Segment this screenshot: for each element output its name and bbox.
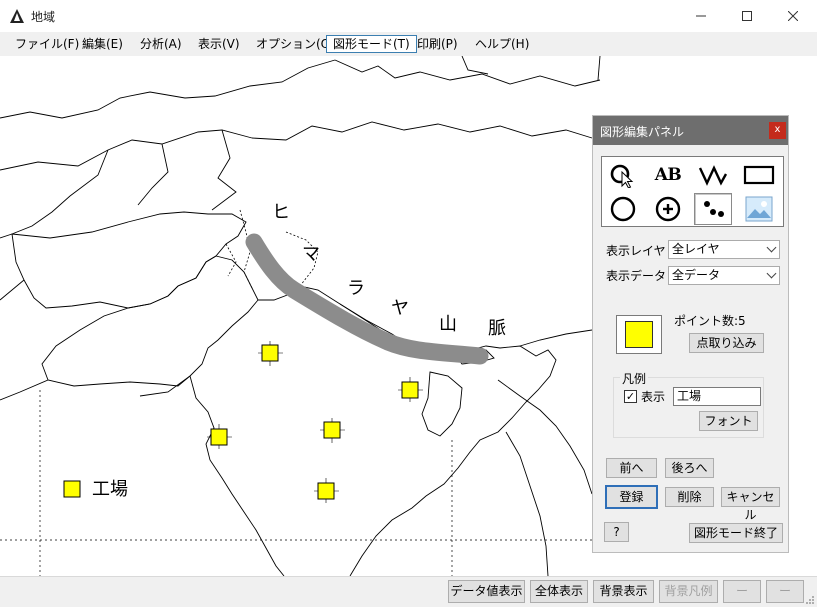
polyline-tool-icon bbox=[698, 165, 728, 186]
disputed-border bbox=[225, 209, 253, 289]
window-title: 地域 bbox=[31, 10, 56, 24]
point-select-tool[interactable] bbox=[604, 159, 642, 191]
maximize-button[interactable] bbox=[724, 0, 770, 32]
menu-help[interactable]: ヘルプ(H) bbox=[469, 35, 535, 53]
data-select[interactable]: 全データ bbox=[668, 266, 780, 285]
data-select-value: 全データ bbox=[672, 268, 721, 282]
country-borders bbox=[0, 56, 601, 576]
menu-print[interactable]: 印刷(P) bbox=[411, 35, 464, 53]
font-button[interactable]: フォント bbox=[699, 411, 758, 431]
legend-text-input[interactable]: 工場 bbox=[673, 387, 761, 406]
show-legend-checkbox[interactable]: ✓ bbox=[624, 390, 637, 403]
close-button[interactable] bbox=[770, 0, 816, 32]
point-count: ポイント数:5 bbox=[674, 314, 746, 328]
menu-bar: ファイル(F) 編集(E) 分析(A) 表示(V) オプション(O) 図形モード… bbox=[0, 32, 817, 56]
show-background-button[interactable]: 背景表示 bbox=[593, 580, 654, 603]
chevron-down-icon bbox=[766, 242, 777, 253]
points-tool-icon bbox=[704, 201, 724, 217]
factory-point[interactable] bbox=[314, 478, 339, 503]
factory-point[interactable] bbox=[207, 424, 232, 449]
annotation-char: ヒ bbox=[272, 202, 290, 223]
text-tool-icon: AB bbox=[654, 165, 682, 185]
legend-group-title: 凡例 bbox=[620, 370, 649, 387]
menu-view[interactable]: 表示(V) bbox=[192, 35, 246, 53]
annotation-char: マ bbox=[302, 244, 320, 265]
title-bar: 地域 bbox=[0, 0, 817, 32]
resize-grip-icon[interactable] bbox=[805, 595, 815, 605]
layer-label: 表示レイヤ bbox=[606, 244, 666, 258]
maximize-icon bbox=[742, 11, 752, 21]
chevron-down-icon bbox=[766, 268, 777, 279]
help-button[interactable]: ? bbox=[604, 522, 629, 542]
minimize-button[interactable] bbox=[678, 0, 724, 32]
register-button[interactable]: 登録 bbox=[605, 485, 658, 509]
send-backward-button[interactable]: 後ろへ bbox=[665, 458, 714, 478]
shape-edit-panel: 図形編集パネル x AB 表示レイヤ 全レイヤ 表示データ 全データ ポイント数… bbox=[592, 115, 789, 553]
capture-points-button[interactable]: 点取り込み bbox=[689, 333, 764, 353]
factory-point[interactable] bbox=[398, 377, 423, 402]
status-bar: データ値表示 全体表示 背景表示 背景凡例 ー ー bbox=[0, 576, 817, 607]
panel-titlebar[interactable]: 図形編集パネル x bbox=[593, 116, 788, 145]
close-icon bbox=[788, 11, 798, 21]
image-tool-icon bbox=[745, 196, 773, 222]
show-legend-label: 表示 bbox=[641, 390, 666, 404]
circle-plus-tool[interactable] bbox=[649, 193, 687, 225]
points-tool[interactable] bbox=[694, 193, 732, 225]
annotation-char: ラ bbox=[347, 278, 365, 299]
panel-close-button[interactable]: x bbox=[769, 122, 786, 139]
exit-shape-mode-button[interactable]: 図形モード終了 bbox=[689, 523, 783, 543]
color-swatch-fill bbox=[625, 321, 653, 348]
annotation-char: 脈 bbox=[488, 318, 506, 339]
cancel-button[interactable]: キャンセル bbox=[721, 487, 780, 522]
menu-analysis[interactable]: 分析(A) bbox=[134, 35, 188, 53]
polyline-tool[interactable] bbox=[694, 159, 732, 191]
annotation-char: 山 bbox=[439, 314, 457, 335]
image-tool[interactable] bbox=[740, 193, 778, 225]
circle-tool[interactable] bbox=[604, 193, 642, 225]
tool-palette: AB bbox=[601, 156, 784, 227]
show-data-values-button[interactable]: データ値表示 bbox=[448, 580, 525, 603]
map-legend-swatch bbox=[63, 480, 81, 498]
point-select-icon bbox=[610, 164, 634, 188]
minimize-icon bbox=[696, 15, 706, 17]
menu-file[interactable]: ファイル(F) bbox=[9, 35, 85, 53]
status-button-disabled[interactable]: ー bbox=[766, 580, 804, 603]
rectangle-tool-icon bbox=[743, 165, 775, 185]
himalaya-line[interactable] bbox=[245, 233, 489, 365]
app-icon bbox=[10, 9, 24, 23]
background-legend-button[interactable]: 背景凡例 bbox=[659, 580, 718, 603]
annotation-char: ヤ bbox=[391, 298, 409, 319]
menu-shape-mode[interactable]: 図形モード(T) bbox=[326, 35, 417, 53]
delete-button[interactable]: 削除 bbox=[665, 487, 714, 507]
circle-plus-tool-icon bbox=[655, 196, 681, 222]
factory-point[interactable] bbox=[258, 341, 283, 366]
layer-select-value: 全レイヤ bbox=[672, 242, 720, 256]
layer-select[interactable]: 全レイヤ bbox=[668, 240, 780, 259]
panel-title: 図形編集パネル bbox=[600, 125, 685, 139]
text-tool[interactable]: AB bbox=[649, 159, 687, 191]
show-all-button[interactable]: 全体表示 bbox=[530, 580, 588, 603]
factory-point[interactable] bbox=[320, 418, 345, 443]
color-picker[interactable] bbox=[616, 315, 662, 354]
menu-edit[interactable]: 編集(E) bbox=[76, 35, 129, 53]
bring-forward-button[interactable]: 前へ bbox=[606, 458, 657, 478]
data-label: 表示データ bbox=[606, 269, 667, 283]
status-button-disabled[interactable]: ー bbox=[723, 580, 761, 603]
map-legend-label: 工場 bbox=[92, 479, 128, 500]
circle-tool-icon bbox=[610, 196, 636, 222]
rectangle-tool[interactable] bbox=[740, 159, 778, 191]
